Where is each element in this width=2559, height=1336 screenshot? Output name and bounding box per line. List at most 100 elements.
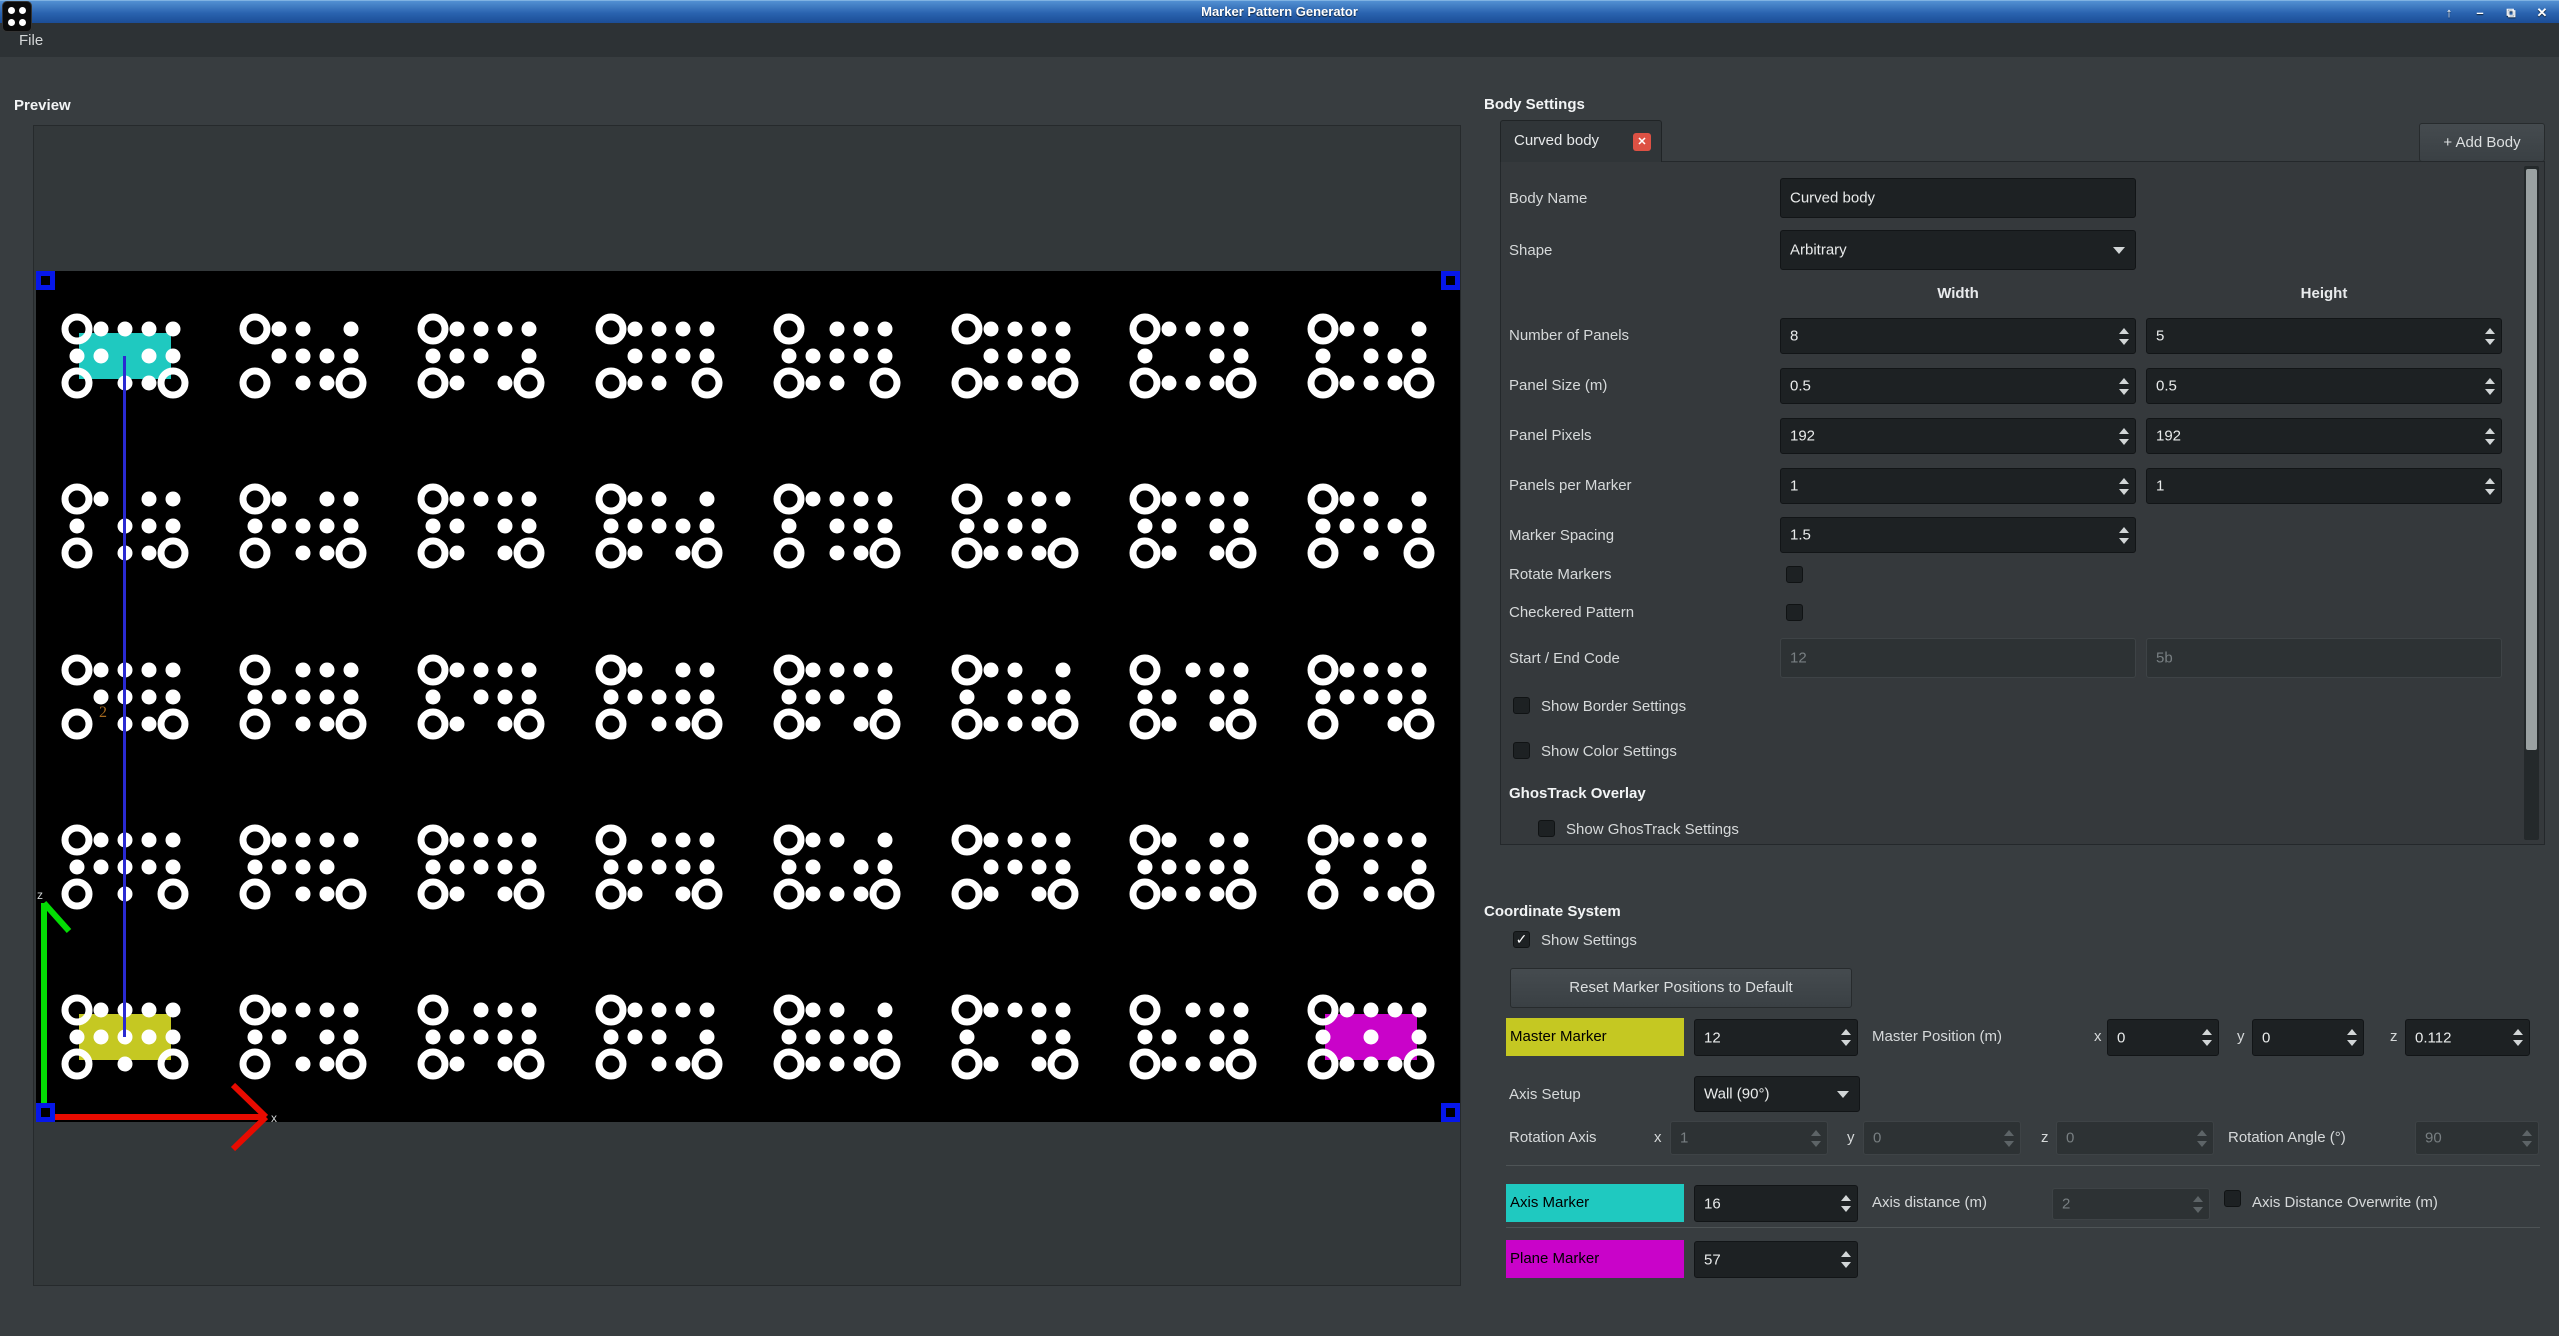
spin-down-icon[interactable] — [2119, 389, 2129, 395]
chevron-down-icon — [1837, 1091, 1849, 1098]
marker-dot — [320, 519, 335, 534]
spin-up-icon[interactable] — [2485, 478, 2495, 484]
app-icon[interactable] — [2, 1, 32, 32]
spin-up-icon[interactable] — [2197, 1130, 2207, 1136]
spin-down-icon[interactable] — [2004, 1141, 2014, 1147]
marker-ring — [240, 708, 271, 739]
panels-per-marker-height-spinbox[interactable]: 1 — [2146, 468, 2502, 504]
spin-down-icon[interactable] — [2347, 1040, 2357, 1046]
spin-down-icon[interactable] — [1841, 1206, 1851, 1212]
marker-dot — [806, 1056, 821, 1071]
spin-up-icon[interactable] — [2193, 1196, 2203, 1202]
body-name-input[interactable]: Curved body — [1780, 178, 2136, 218]
panel-size-height-spinbox[interactable]: 0.5 — [2146, 368, 2502, 404]
plane-marker-id-spinbox[interactable]: 57 — [1694, 1241, 1858, 1278]
spin-up-icon[interactable] — [2119, 527, 2129, 533]
spin-up-icon[interactable] — [2513, 1029, 2523, 1035]
panel-size-width-spinbox[interactable]: 0.5 — [1780, 368, 2136, 404]
spin-up-icon[interactable] — [1841, 1195, 1851, 1201]
rotation-y-spinbox[interactable]: 0 — [1863, 1121, 2021, 1155]
spin-up-icon[interactable] — [1841, 1251, 1851, 1257]
master-marker-id-spinbox[interactable]: 12 — [1694, 1019, 1858, 1056]
menu-file[interactable]: File — [13, 30, 49, 51]
spin-down-icon[interactable] — [1841, 1262, 1851, 1268]
shape-select[interactable]: Arbitrary — [1780, 230, 2136, 270]
show-ghostrack-settings-checkbox[interactable] — [1538, 820, 1555, 837]
rotation-z-spinbox[interactable]: 0 — [2056, 1121, 2214, 1155]
spin-down-icon[interactable] — [2119, 489, 2129, 495]
spin-down-icon[interactable] — [2485, 339, 2495, 345]
reset-marker-positions-button[interactable]: Reset Marker Positions to Default — [1510, 968, 1852, 1008]
spin-up-icon[interactable] — [2485, 378, 2495, 384]
spin-up-icon[interactable] — [1811, 1130, 1821, 1136]
spin-down-icon[interactable] — [2513, 1040, 2523, 1046]
axis-setup-select[interactable]: Wall (90°) — [1694, 1076, 1860, 1112]
spin-down-icon[interactable] — [2485, 489, 2495, 495]
spin-down-icon[interactable] — [2202, 1040, 2212, 1046]
panel-pixels-height-spinbox[interactable]: 192 — [2146, 418, 2502, 454]
panel-pixels-width-spinbox[interactable]: 192 — [1780, 418, 2136, 454]
spin-down-icon[interactable] — [2119, 439, 2129, 445]
canvas-handle-bottom-right[interactable] — [1441, 1103, 1460, 1122]
marker-dot — [1234, 322, 1249, 337]
maximize-button[interactable]: ⧉ — [2502, 5, 2520, 21]
marker-spacing-spinbox[interactable]: 1.5 — [1780, 517, 2136, 553]
tab-curved-body[interactable]: Curved body ✕ — [1500, 120, 1662, 162]
spin-up-icon[interactable] — [2119, 378, 2129, 384]
spin-up-icon[interactable] — [2522, 1130, 2532, 1136]
panels-width-spinbox[interactable]: 8 — [1780, 318, 2136, 354]
marker-dot — [878, 832, 893, 847]
spin-up-icon[interactable] — [2119, 328, 2129, 334]
spin-down-icon[interactable] — [1841, 1040, 1851, 1046]
show-color-settings-checkbox[interactable] — [1513, 742, 1530, 759]
spin-down-icon[interactable] — [2119, 538, 2129, 544]
rotate-markers-checkbox[interactable] — [1786, 566, 1803, 583]
show-border-settings-checkbox[interactable] — [1513, 697, 1530, 714]
end-code-input[interactable]: 5b — [2146, 638, 2502, 678]
master-x-spinbox[interactable]: 0 — [2107, 1019, 2219, 1056]
spin-up-icon[interactable] — [2485, 328, 2495, 334]
shade-window-button[interactable]: ↑ — [2440, 5, 2458, 20]
rotation-x-spinbox[interactable]: 1 — [1670, 1121, 1828, 1155]
spin-up-icon[interactable] — [2119, 478, 2129, 484]
close-button[interactable]: ✕ — [2533, 5, 2551, 21]
panels-height-spinbox[interactable]: 5 — [2146, 318, 2502, 354]
marker-ring — [692, 878, 723, 909]
spin-up-icon[interactable] — [2202, 1029, 2212, 1035]
panels-per-marker-width-spinbox[interactable]: 1 — [1780, 468, 2136, 504]
show-settings-checkbox[interactable]: ✓ — [1513, 931, 1530, 948]
spin-down-icon[interactable] — [2485, 439, 2495, 445]
axis-distance-spinbox[interactable]: 2 — [2052, 1188, 2210, 1220]
scrollbar-track[interactable] — [2524, 166, 2539, 840]
tab-close-icon[interactable]: ✕ — [1633, 133, 1651, 151]
start-code-input[interactable]: 12 — [1780, 638, 2136, 678]
spin-up-icon[interactable] — [2004, 1130, 2014, 1136]
spin-up-icon[interactable] — [1841, 1029, 1851, 1035]
canvas-handle-bottom-left[interactable] — [36, 1103, 55, 1122]
marker-dot — [142, 349, 157, 364]
spin-down-icon[interactable] — [2193, 1207, 2203, 1213]
spin-down-icon[interactable] — [2197, 1141, 2207, 1147]
marker-dot — [1210, 886, 1225, 901]
scrollbar-thumb[interactable] — [2526, 169, 2537, 750]
spin-down-icon[interactable] — [2119, 339, 2129, 345]
marker-dot — [450, 546, 465, 561]
minimize-button[interactable]: – — [2471, 5, 2489, 20]
spin-down-icon[interactable] — [2485, 389, 2495, 395]
canvas-handle-top-left[interactable] — [36, 271, 55, 290]
canvas-handle-top-right[interactable] — [1441, 271, 1460, 290]
master-z-spinbox[interactable]: 0.112 — [2405, 1019, 2530, 1056]
axis-marker-id-spinbox[interactable]: 16 — [1694, 1185, 1858, 1222]
rotation-angle-spinbox[interactable]: 90 — [2415, 1121, 2539, 1155]
master-y-spinbox[interactable]: 0 — [2252, 1019, 2364, 1056]
checkered-pattern-checkbox[interactable] — [1786, 604, 1803, 621]
spin-up-icon[interactable] — [2485, 428, 2495, 434]
spin-up-icon[interactable] — [2347, 1029, 2357, 1035]
add-body-button[interactable]: + Add Body — [2419, 123, 2545, 162]
spin-up-icon[interactable] — [2119, 428, 2129, 434]
axis-distance-overwrite-checkbox[interactable] — [2224, 1190, 2241, 1207]
rotation-axis-label: Rotation Axis — [1509, 1129, 1597, 1146]
spin-down-icon[interactable] — [1811, 1141, 1821, 1147]
spin-down-icon[interactable] — [2522, 1141, 2532, 1147]
pattern-canvas[interactable] — [36, 271, 1460, 1122]
